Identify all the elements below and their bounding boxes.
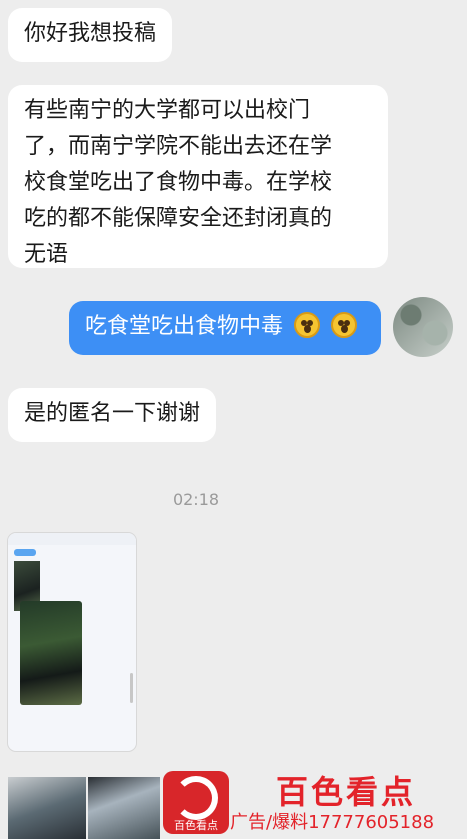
astonished-face-icon [294, 312, 321, 338]
ad-text: 广告/爆料17777605188 [230, 812, 435, 833]
image-message[interactable] [88, 777, 160, 839]
message-line: 校食堂吃出了食物中毒。在学校 [24, 170, 333, 195]
image-message[interactable] [8, 777, 86, 839]
header-chip [14, 549, 36, 556]
message-line: 吃的都不能保障安全还封闭真的 [24, 206, 333, 231]
scrollbar [130, 673, 133, 703]
message-line: 无语 [24, 242, 69, 267]
message-text: 吃食堂吃出食物中毒 [85, 314, 284, 339]
message-bubble-anonymous[interactable]: 是的匿名一下谢谢 [8, 388, 217, 442]
status-bar [8, 533, 136, 545]
swirl-icon [174, 776, 218, 820]
image-message[interactable] [8, 533, 136, 751]
message-text: 你好我想投稿 [24, 21, 157, 46]
message-bubble-outgoing[interactable]: 吃食堂吃出食物中毒 [69, 301, 381, 355]
message-bubble-greeting[interactable]: 你好我想投稿 [8, 8, 173, 62]
image-photo [20, 601, 82, 705]
logo-text: 百色看点 [174, 819, 218, 832]
message-line: 了，而南宁学院不能出去还在学 [24, 134, 333, 159]
message-bubble-complaint[interactable]: 有些南宁的大学都可以出校门 了，而南宁学院不能出去还在学 校食堂吃出了食物中毒。… [8, 85, 388, 268]
brand-logo: 百色看点 [163, 771, 229, 834]
avatar[interactable] [393, 297, 453, 357]
timestamp: 02:18 [172, 490, 220, 509]
message-text: 是的匿名一下谢谢 [24, 401, 201, 426]
astonished-face-icon [331, 312, 358, 338]
brand-name: 百色看点 [276, 773, 417, 811]
message-line: 有些南宁的大学都可以出校门 [24, 98, 311, 123]
